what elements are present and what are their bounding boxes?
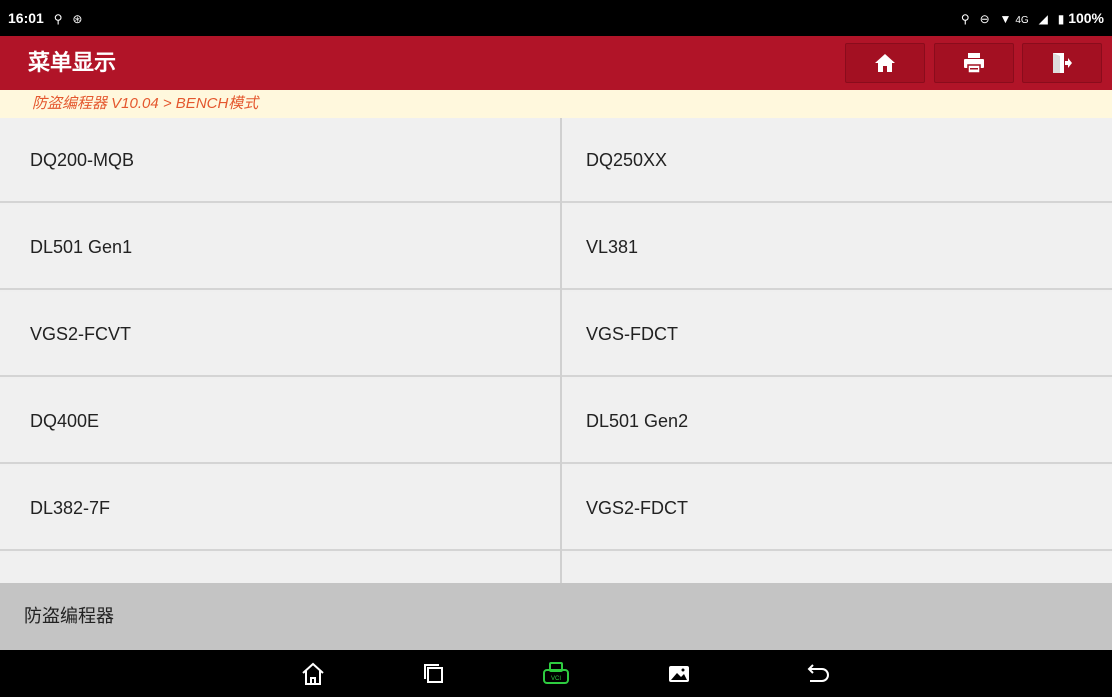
status-right: ⚲ ⊖ ▼ 4G ◢ ▮ 100% (955, 0, 1104, 36)
page-title: 菜单显示 (28, 50, 117, 75)
footer-bar: 防盗编程器 (0, 583, 1112, 650)
nav-gallery-button[interactable] (663, 658, 695, 690)
usb-icon: ⚲ (53, 12, 63, 27)
svg-text:VCI: VCI (551, 676, 561, 682)
status-bar: 16:01 ⚲ ⊛ ⚲ ⊖ ▼ 4G ◢ ▮ 100% (0, 0, 1112, 36)
print-button[interactable] (934, 43, 1014, 83)
vci-icon: VCI (543, 662, 569, 684)
dnd-icon: ⊖ (979, 12, 990, 27)
menu-grid: DQ200-MQB DQ250XX DL501 Gen1 VL381 VGS2-… (0, 118, 1112, 583)
breadcrumb: 防盗编程器 V10.04 > BENCH模式 (0, 90, 1112, 118)
menu-item-vgs2-fdct[interactable]: VGS2-FDCT (562, 466, 1112, 551)
menu-item-vl381[interactable]: VL381 (562, 205, 1112, 290)
breadcrumb-text: 防盗编程器 V10.04 > BENCH模式 (32, 95, 259, 112)
menu-item-label: VGS-FDCT (586, 324, 678, 344)
menu-item-partial[interactable] (0, 553, 560, 583)
printer-icon (964, 53, 984, 74)
menu-item-label: DQ200-MQB (30, 150, 135, 170)
battery-icon: ▮ (1057, 12, 1065, 27)
menu-item-dl382-7f[interactable]: DL382-7F (0, 466, 560, 551)
location-icon: ⚲ (960, 12, 970, 27)
nav-vci-button[interactable]: VCI (540, 658, 572, 690)
home-button[interactable] (845, 43, 925, 83)
home-icon (875, 54, 895, 72)
wifi-icon: ▼ (999, 12, 1012, 27)
battery-level: 100% (1068, 10, 1104, 26)
menu-item-dl501-gen2[interactable]: DL501 Gen2 (562, 379, 1112, 464)
menu-item-dq400e[interactable]: DQ400E (0, 379, 560, 464)
column-divider (560, 118, 562, 583)
back-icon (807, 664, 829, 682)
android-nav-bar: VCI (0, 650, 1112, 697)
footer-label: 防盗编程器 (24, 606, 114, 626)
image-icon (669, 666, 689, 682)
menu-item-label: VL381 (586, 237, 639, 257)
nav-home-button[interactable] (297, 658, 329, 690)
menu-item-dl501-gen1[interactable]: DL501 Gen1 (0, 205, 560, 290)
recents-icon (424, 664, 443, 683)
exit-button[interactable] (1022, 43, 1102, 83)
network-label: 4G (1015, 15, 1029, 26)
menu-item-vgs-fdct[interactable]: VGS-FDCT (562, 292, 1112, 377)
menu-item-vgs2-fcvt[interactable]: VGS2-FCVT (0, 292, 560, 377)
status-time: 16:01 (8, 10, 44, 26)
status-left: 16:01 ⚲ ⊛ (8, 0, 82, 36)
menu-item-dq200-mqb[interactable]: DQ200-MQB (0, 118, 560, 203)
menu-item-dq250xx[interactable]: DQ250XX (562, 118, 1112, 203)
menu-item-label: VGS2-FDCT (586, 498, 689, 518)
menu-item-label: DL382-7F (30, 498, 111, 518)
menu-item-label: DQ250XX (586, 150, 668, 170)
notification-icon: ⊛ (72, 12, 83, 27)
menu-item-label: DL501 Gen2 (586, 411, 689, 431)
title-bar: 菜单显示 (0, 36, 1112, 90)
menu-item-label: VGS2-FCVT (30, 324, 132, 344)
menu-item-partial[interactable] (562, 553, 1112, 583)
nav-recents-button[interactable] (418, 658, 450, 690)
menu-item-label: DQ400E (30, 411, 100, 431)
menu-item-label: DL501 Gen1 (30, 237, 133, 257)
nav-back-button[interactable] (800, 658, 832, 690)
home-outline-icon (302, 662, 324, 685)
signal-icon: ◢ (1038, 12, 1048, 27)
exit-icon (1053, 53, 1072, 73)
